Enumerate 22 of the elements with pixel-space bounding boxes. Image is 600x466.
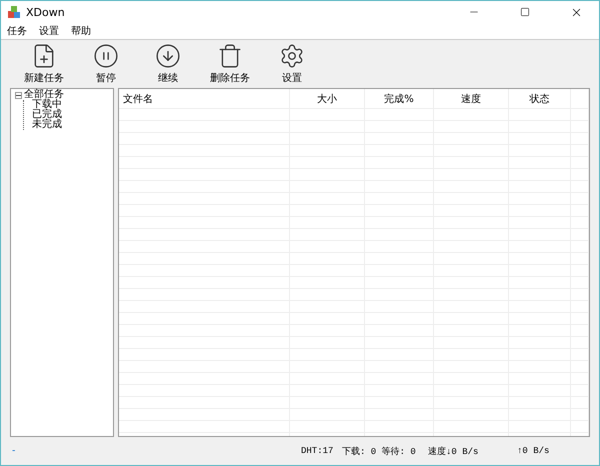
collapse-icon[interactable] — [15, 92, 22, 99]
app-icon — [7, 5, 21, 19]
settings-icon — [279, 43, 305, 70]
status-text: ↑0 B/s — [517, 446, 550, 456]
download-icon — [155, 43, 181, 70]
trash-icon — [217, 43, 243, 70]
toolbar-button[interactable]: 继续 — [137, 43, 199, 86]
window-title: XDown — [26, 6, 66, 18]
status-text: 下载: 0 等待: 0 — [342, 446, 417, 458]
status-text: 速度↓0 B/s — [428, 446, 480, 458]
toolbar-button[interactable]: 设置 — [261, 43, 323, 86]
menu-item[interactable]: 设置 — [39, 24, 59, 38]
maximize-icon — [520, 7, 530, 17]
status-text: DHT:17 — [301, 446, 334, 456]
tree-item[interactable]: 未完成 — [24, 120, 109, 130]
toolbar-button[interactable]: 删除任务 — [199, 43, 261, 86]
status-text: - — [11, 446, 18, 456]
toolbar-button[interactable]: 新建任务 — [13, 43, 75, 86]
menu-item[interactable]: 帮助 — [71, 24, 91, 38]
menu-item[interactable]: 任务 — [7, 24, 27, 38]
pause-icon — [93, 43, 119, 70]
toolbar-button[interactable]: 暂停 — [75, 43, 137, 86]
